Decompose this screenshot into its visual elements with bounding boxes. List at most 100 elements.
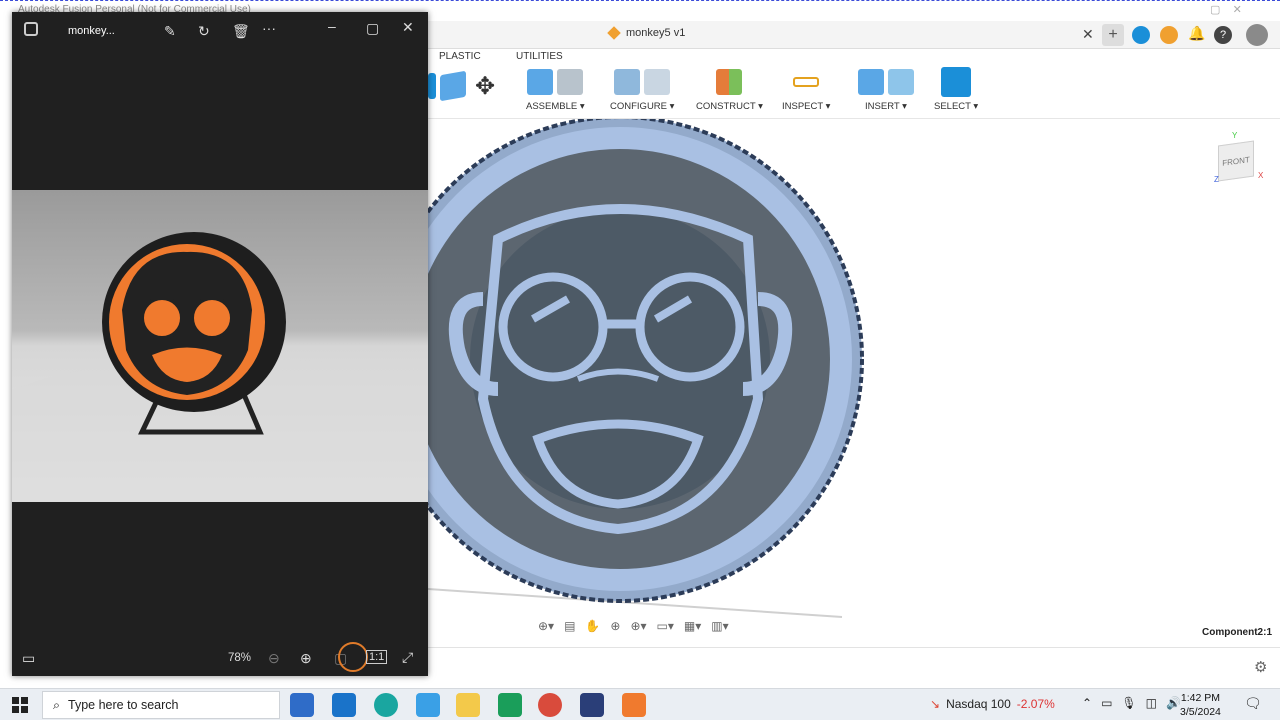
plane-icon: [716, 69, 743, 95]
grid-icon[interactable]: ▦▾: [684, 619, 701, 633]
search-box[interactable]: ⌕ Type here to search: [42, 691, 280, 719]
search-placeholder: Type here to search: [68, 698, 179, 712]
assemble-group[interactable]: ASSEMBLE ▾: [526, 67, 585, 112]
axis-z-label: Z: [1214, 175, 1219, 184]
actual-size-icon[interactable]: 1:1: [366, 650, 388, 664]
clock-time: 1:42 PM: [1180, 692, 1220, 704]
minimize-icon[interactable]: –: [328, 18, 336, 34]
model-render: [376, 115, 864, 618]
zoom-in-icon[interactable]: ⊕: [300, 650, 312, 667]
insert-derive-icon: [858, 69, 884, 95]
select-label: SELECT ▾: [934, 101, 979, 112]
document-tab-bar: monkey5 v1 ✕ + 🔔 ?: [428, 21, 1280, 49]
navigation-bar: ⊕▾ ▤ ✋ ⊕ ⊕▾ ▭▾ ▦▾ ▥▾: [538, 619, 729, 633]
clock[interactable]: 1:42 PM 3/5/2024: [1180, 691, 1221, 719]
battery-icon[interactable]: ▭: [1101, 696, 1112, 710]
mail-app-icon[interactable]: [332, 693, 356, 717]
notifications-icon[interactable]: 🔔: [1188, 25, 1205, 42]
close-document-icon[interactable]: ✕: [1082, 26, 1094, 43]
filmstrip-icon[interactable]: ▭: [22, 650, 35, 667]
taskbar: ⌕ Type here to search ↘ Nasdaq 100 -2.07…: [0, 688, 1280, 720]
edge-app-icon[interactable]: [374, 693, 398, 717]
rotate-icon[interactable]: ↻: [198, 23, 210, 40]
chevron-up-icon[interactable]: ⌃: [1082, 696, 1092, 710]
tool-icon: [428, 73, 436, 99]
delete-icon[interactable]: 🗑: [232, 23, 250, 40]
store-app-icon[interactable]: [290, 693, 314, 717]
look-at-icon[interactable]: ▤: [564, 619, 575, 633]
system-tray: ⌃ ▭ 🎙 ◫ 🔊: [1082, 696, 1181, 710]
orbit-icon[interactable]: ⊕▾: [538, 619, 554, 633]
notification-center-icon[interactable]: 🗨: [1244, 695, 1262, 712]
ticker-change: -2.07%: [1016, 697, 1055, 711]
configure-group[interactable]: CONFIGURE ▾: [610, 67, 674, 112]
inspect-label: INSPECT ▾: [782, 101, 831, 112]
spreadsheet-app-icon[interactable]: [498, 693, 522, 717]
insert-group[interactable]: INSERT ▾: [858, 67, 914, 112]
configure-icon: [614, 69, 641, 95]
axis-y-label: Y: [1232, 131, 1238, 140]
move-icon: ✥: [474, 72, 496, 100]
photos-app-icon: [24, 22, 38, 36]
insert-label: INSERT ▾: [865, 101, 907, 112]
photos-app-taskbar-icon[interactable]: [416, 693, 440, 717]
stock-down-icon: ↘: [930, 697, 941, 711]
file-explorer-icon[interactable]: [456, 693, 480, 717]
zoom-window-icon[interactable]: ⊕▾: [630, 619, 646, 633]
pan-icon[interactable]: ✋: [585, 619, 600, 633]
job-status-icon[interactable]: [1160, 26, 1178, 44]
canvas-image-icon: [888, 69, 914, 95]
timeline-bar: ⚙: [428, 647, 1280, 689]
select-group[interactable]: SELECT ▾: [934, 67, 978, 112]
photo-bottom-bar: ▭ 78% ⊖ ⊕ ▢ 1:1 ⤢: [12, 642, 428, 676]
clock-date: 3/5/2024: [1180, 706, 1221, 718]
canvas-viewport[interactable]: FRONT Y X Z ⊕▾ ▤ ✋ ⊕ ⊕▾ ▭▾ ▦▾ ▥▾ Compone…: [376, 115, 1280, 647]
axis-x-label: X: [1258, 171, 1264, 180]
window-controls[interactable]: ▢ ✕: [1210, 3, 1242, 16]
view-cube-face: FRONT: [1222, 155, 1250, 168]
construct-label: CONSTRUCT ▾: [696, 101, 763, 112]
partial-tool-icons[interactable]: ✥: [428, 70, 500, 102]
measure-icon: [793, 77, 820, 87]
zoom-level: 78%: [228, 652, 252, 664]
viewports-icon[interactable]: ▥▾: [711, 619, 728, 633]
extensions-icon[interactable]: [1132, 26, 1150, 44]
inspect-group[interactable]: INSPECT ▾: [782, 67, 830, 112]
new-component-icon: [527, 69, 554, 95]
tab-plastic[interactable]: PLASTIC: [439, 51, 481, 62]
photos-viewer-window: monkey... ✎ ↻ 🗑 ··· – ▢ ✕ ▭ 78% ⊖ ⊕ ▢ 1:…: [12, 12, 428, 676]
select-icon: [941, 67, 972, 97]
zoom-out-icon[interactable]: ⊖: [268, 650, 280, 667]
start-icon[interactable]: [12, 697, 28, 713]
chrome-app-icon[interactable]: [538, 693, 562, 717]
fusion-app-icon[interactable]: [622, 693, 646, 717]
ticker-name: Nasdaq 100: [946, 697, 1011, 711]
tab-utilities[interactable]: UTILITIES: [516, 51, 563, 62]
assemble-label: ASSEMBLE ▾: [526, 101, 585, 112]
recorder-app-icon[interactable]: [580, 693, 604, 717]
new-tab-icon[interactable]: +: [1102, 24, 1124, 46]
microphone-icon[interactable]: 🎙: [1121, 696, 1136, 710]
settings-gear-icon[interactable]: ⚙: [1254, 658, 1267, 676]
search-icon: ⌕: [53, 697, 61, 712]
cursor-highlight: [338, 642, 368, 672]
stock-widget[interactable]: ↘ Nasdaq 100 -2.07%: [930, 697, 1055, 711]
maximize-icon[interactable]: ▢: [366, 20, 379, 37]
edit-icon[interactable]: ✎: [164, 23, 176, 40]
user-avatar[interactable]: [1246, 24, 1268, 46]
zoom-icon[interactable]: ⊕: [610, 619, 620, 633]
construct-group[interactable]: CONSTRUCT ▾: [696, 67, 763, 112]
close-icon[interactable]: ✕: [402, 19, 414, 36]
configure-label: CONFIGURE ▾: [610, 101, 675, 112]
network-icon[interactable]: ◫: [1146, 696, 1157, 710]
more-icon[interactable]: ···: [262, 20, 276, 36]
toolbar: PLASTIC UTILITIES ✥ ASSEMBLE ▾ CONFIGURE…: [428, 49, 1280, 119]
volume-icon[interactable]: 🔊: [1166, 696, 1181, 710]
view-cube[interactable]: FRONT: [1218, 140, 1254, 182]
photo-title: monkey...: [68, 25, 115, 37]
document-tab-title: monkey5 v1: [626, 27, 686, 39]
help-icon[interactable]: ?: [1214, 26, 1232, 44]
display-settings-icon[interactable]: ▭▾: [657, 619, 674, 633]
document-tab[interactable]: monkey5 v1: [607, 26, 686, 40]
fullscreen-icon[interactable]: ⤢: [402, 649, 413, 666]
